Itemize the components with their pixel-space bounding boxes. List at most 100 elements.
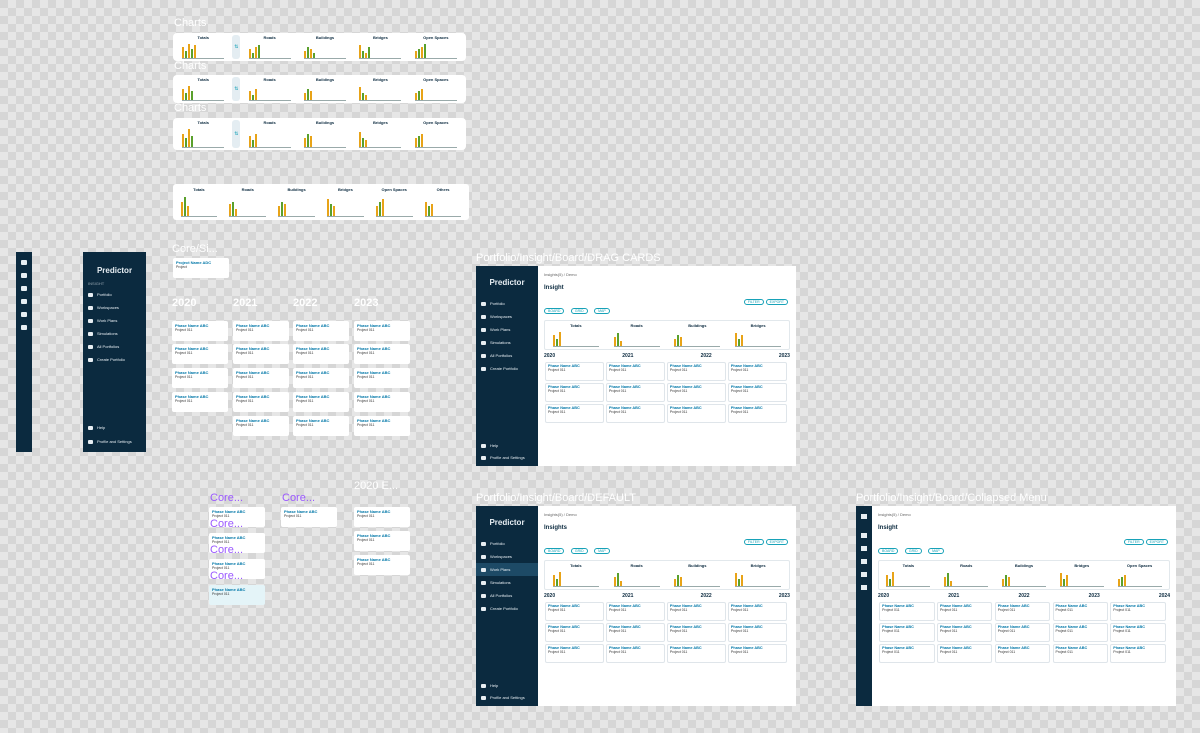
nav-item-work-plans[interactable]: Work Plans: [476, 563, 538, 576]
export-button[interactable]: EXPORT: [765, 539, 788, 545]
nav-item-simulations[interactable]: Simulations: [476, 576, 538, 589]
phase-card[interactable]: Phase Name ABC Project 011: [354, 368, 410, 388]
phase-card[interactable]: Phase Name ABC Project 011: [1052, 623, 1108, 642]
nav-item-help[interactable]: Help: [83, 421, 110, 434]
nav-item-portfolio[interactable]: Portfolio: [476, 537, 538, 550]
phase-card[interactable]: Phase Name ABC Project 011: [293, 321, 349, 341]
phase-card[interactable]: Phase Name ABC Project 011: [354, 344, 410, 364]
phase-card[interactable]: Phase Name ABC Project 011: [354, 416, 410, 436]
menu-icon[interactable]: [861, 514, 867, 519]
phase-card[interactable]: Phase Name ABC Project 011: [544, 644, 604, 663]
phase-card[interactable]: Phase Name ABC Project 011: [293, 344, 349, 364]
filter-button[interactable]: FILTER: [743, 539, 764, 545]
view-board-button[interactable]: BOARD: [544, 308, 565, 314]
phase-card[interactable]: Phase Name ABC Project 011: [727, 404, 787, 423]
phase-card[interactable]: Phase Name ABC Project 011: [233, 368, 289, 388]
nav-item-profile[interactable]: Profile and Settings: [476, 451, 530, 464]
phase-card[interactable]: Phase Name ABC Project 011: [727, 383, 787, 402]
phase-card[interactable]: Phase Name ABC Project 011: [666, 383, 726, 402]
phase-card[interactable]: Phase Name ABC Project 011: [172, 344, 228, 364]
filter-button[interactable]: FILTER: [743, 299, 764, 305]
nav-item-profile[interactable]: Profile and Settings: [476, 691, 530, 704]
phase-card[interactable]: Phase Name ABC Project 011: [666, 623, 726, 642]
phase-card[interactable]: Phase Name ABC Project 011: [1052, 644, 1108, 663]
phase-card[interactable]: Phase Name ABC Project 011: [666, 404, 726, 423]
nav-item-create-portfolio[interactable]: Create Portfolio: [476, 362, 538, 375]
nav-item-work-plans[interactable]: Work Plans: [476, 323, 538, 336]
nav-item-create-portfolio[interactable]: Create Portfolio: [83, 353, 146, 366]
view-map-button[interactable]: MAP: [594, 308, 610, 314]
chart-toggle[interactable]: ⇅: [232, 35, 241, 59]
phase-card[interactable]: Phase Name ABC Project 011: [936, 623, 993, 642]
chart-toggle[interactable]: ⇅: [232, 120, 241, 148]
phase-card[interactable]: Phase Name ABC Project 011: [354, 321, 410, 341]
phase-card[interactable]: Phase Name ABC Project 011: [666, 362, 726, 381]
phase-card[interactable]: Phase Name ABC Project 011: [544, 623, 604, 642]
nav-item-all-portfolios[interactable]: All Portfolios: [476, 349, 538, 362]
simulations-icon[interactable]: [21, 312, 27, 317]
phase-card[interactable]: Phase Name ABC Project 011: [172, 321, 228, 341]
nav-item-all-portfolios[interactable]: All Portfolios: [476, 589, 538, 602]
view-map-button[interactable]: MAP: [594, 548, 610, 554]
work-plans-icon[interactable]: [21, 299, 27, 304]
phase-card[interactable]: Phase Name ABC Project 011: [605, 644, 665, 663]
export-button[interactable]: EXPORT: [1145, 539, 1168, 545]
phase-card[interactable]: Phase Name ABC Project 011: [544, 602, 604, 621]
phase-card[interactable]: Phase Name ABC Project 011: [233, 344, 289, 364]
phase-card[interactable]: Phase Name ABC Project 011: [666, 644, 726, 663]
phase-card[interactable]: Phase Name ABC Project 011: [1052, 602, 1108, 621]
phase-card[interactable]: Phase Name ABC Project 011: [879, 623, 935, 642]
nav-item-portfolio[interactable]: Portfolio: [476, 297, 538, 310]
phase-card[interactable]: Phase Name ABC Project 011: [879, 644, 935, 663]
phase-card[interactable]: Phase Name ABC Project 011: [727, 623, 787, 642]
nav-item-simulations[interactable]: Simulations: [476, 336, 538, 349]
phase-card[interactable]: Phase Name ABC Project 011: [172, 368, 228, 388]
phase-card[interactable]: Phase Name ABC Project 011: [233, 392, 289, 412]
workspace-icon[interactable]: [861, 546, 867, 551]
view-grid-button[interactable]: GRID: [570, 308, 588, 314]
phase-card[interactable]: Phase Name ABC Project 011: [727, 362, 787, 381]
nav-item-work-plans[interactable]: Work Plans: [83, 314, 146, 327]
core-card[interactable]: Project Name ADC Project: [173, 258, 229, 278]
phase-card[interactable]: Phase Name ABC Project 011: [544, 404, 604, 423]
phase-card[interactable]: Phase Name ABC Project 011: [1110, 644, 1166, 663]
portfolio-icon[interactable]: [21, 273, 27, 278]
phase-card[interactable]: Phase Name ABC Project 011: [666, 602, 726, 621]
phase-card[interactable]: Phase Name ABC Project 011: [293, 416, 349, 436]
phase-card[interactable]: Phase Name ABC Project 011: [936, 602, 993, 621]
add-icon[interactable]: [21, 325, 27, 330]
phase-card[interactable]: Phase Name ABC Project 011: [354, 555, 410, 575]
phase-card[interactable]: Phase Name ABC Project 011: [727, 602, 787, 621]
phase-card[interactable]: Phase Name ABC Project 011: [544, 383, 604, 402]
phase-card[interactable]: Phase Name ABC Project 011: [354, 507, 410, 527]
phase-card[interactable]: Phase Name ABC Project 011: [544, 362, 604, 381]
nav-item-workspaces[interactable]: Workspaces: [476, 310, 538, 323]
phase-card[interactable]: Phase Name ABC Project 011: [233, 321, 289, 341]
phase-card[interactable]: Phase Name ABC Project 011: [605, 623, 665, 642]
phase-card[interactable]: Phase Name ABC Project 011: [1110, 623, 1166, 642]
menu-icon[interactable]: [21, 260, 27, 265]
nav-item-workspaces[interactable]: Workspaces: [83, 301, 146, 314]
phase-card[interactable]: Phase Name ABC Project 011: [936, 644, 993, 663]
view-board-button[interactable]: BOARD: [878, 548, 899, 554]
phase-card[interactable]: Phase Name ABC Project 011: [172, 392, 228, 412]
phase-card[interactable]: Phase Name ABC Project 011: [233, 416, 289, 436]
phase-card[interactable]: Phase Name ABC Project 011: [605, 602, 665, 621]
nav-item-simulations[interactable]: Simulations: [83, 327, 146, 340]
nav-item-all-portfolios[interactable]: All Portfolios: [83, 340, 146, 353]
phase-card[interactable]: Phase Name ABC Project 011: [605, 362, 665, 381]
phase-card[interactable]: Phase Name ABC Project 011: [293, 368, 349, 388]
workspace-icon[interactable]: [21, 286, 27, 291]
phase-card[interactable]: Phase Name ABC Project 011: [994, 602, 1051, 621]
simulations-icon[interactable]: [861, 572, 867, 577]
view-map-button[interactable]: MAP: [928, 548, 944, 554]
phase-card[interactable]: Phase Name ABC Project 011: [879, 602, 935, 621]
phase-card[interactable]: Phase Name ABC Project 011: [354, 531, 410, 551]
phase-card[interactable]: Phase Name ABC Project 011: [1110, 602, 1166, 621]
phase-card[interactable]: Phase Name ABC Project 011: [293, 392, 349, 412]
export-button[interactable]: EXPORT: [765, 299, 788, 305]
phase-card-selected[interactable]: Phase Name ABC Project 011: [209, 585, 265, 605]
phase-card[interactable]: Phase Name ABC Project 011: [994, 623, 1051, 642]
nav-item-workspaces[interactable]: Workspaces: [476, 550, 538, 563]
phase-card[interactable]: Phase Name ABC Project 011: [354, 392, 410, 412]
